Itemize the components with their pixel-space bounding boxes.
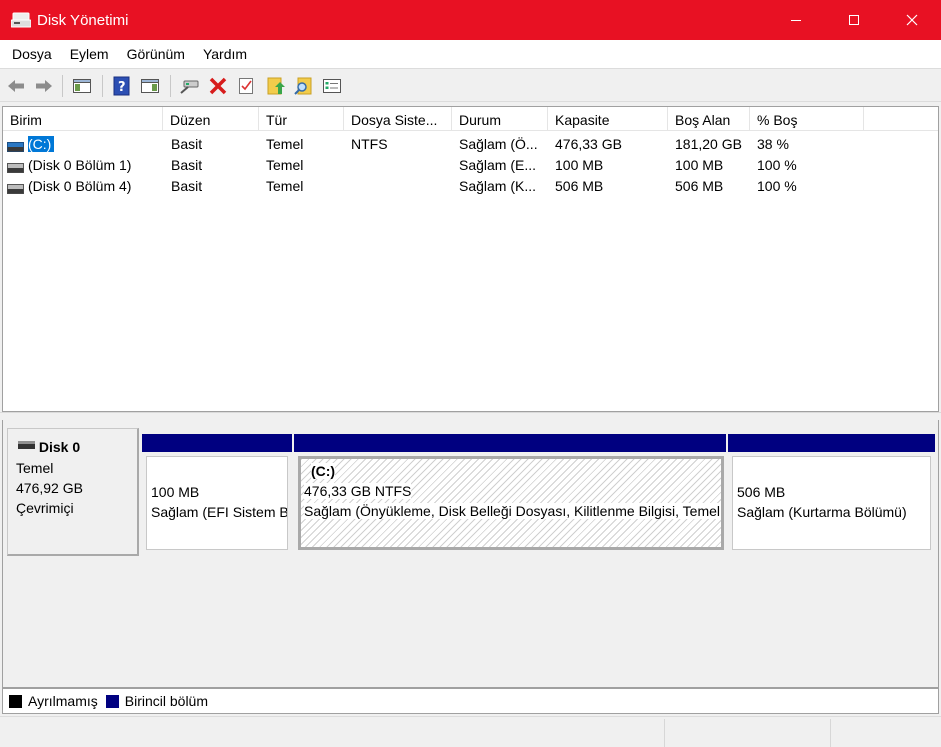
volume-status: Sağlam (E... bbox=[459, 157, 537, 173]
menu-bar: Dosya Eylem Görünüm Yardım bbox=[0, 40, 941, 68]
disk-graphical-view: Disk 0 Temel 476,92 GB Çevrimiçi 100 MB … bbox=[2, 420, 939, 688]
pane-splitter[interactable] bbox=[0, 412, 941, 420]
disk-management-icon bbox=[10, 12, 32, 28]
column-dosya-sistemi[interactable]: Dosya Siste... bbox=[344, 107, 452, 131]
primary-partition-swatch bbox=[105, 694, 119, 708]
disk-state: Çevrimiçi bbox=[16, 500, 74, 516]
partition-efi[interactable]: 100 MB Sağlam (EFI Sistem Bölümü) bbox=[142, 434, 292, 550]
drive-icon bbox=[7, 181, 24, 194]
drive-icon bbox=[7, 139, 24, 152]
menu-gorunum[interactable]: Görünüm bbox=[118, 40, 194, 68]
forward-icon[interactable] bbox=[34, 76, 54, 96]
volume-free: 506 MB bbox=[675, 178, 724, 194]
maximize-button[interactable] bbox=[825, 0, 883, 40]
minimize-icon bbox=[791, 20, 801, 21]
delete-icon[interactable] bbox=[208, 76, 228, 96]
partition-c[interactable]: (C:) 476,33 GB NTFS Sağlam (Önyükleme, D… bbox=[294, 434, 726, 550]
partition-type-bar bbox=[294, 434, 726, 452]
volume-layout: Basit bbox=[171, 178, 203, 194]
volume-free: 100 MB bbox=[675, 157, 724, 173]
unallocated-swatch bbox=[9, 694, 22, 708]
maximize-icon bbox=[849, 15, 859, 25]
column-birim[interactable]: Birim bbox=[3, 107, 163, 131]
disk-name: Disk 0 bbox=[38, 439, 81, 455]
volume-layout: Basit bbox=[171, 136, 203, 152]
console-tree-icon[interactable] bbox=[72, 76, 92, 96]
volume-capacity: 506 MB bbox=[555, 178, 604, 194]
volume-type: Temel bbox=[266, 178, 304, 194]
drive-icon bbox=[7, 160, 24, 173]
svg-text:?: ? bbox=[118, 80, 126, 95]
disk-icon bbox=[18, 441, 35, 449]
volume-capacity: 100 MB bbox=[555, 157, 604, 173]
help-icon[interactable]: ? bbox=[112, 76, 132, 96]
legend-label: Birincil bölüm bbox=[124, 693, 208, 709]
menu-dosya[interactable]: Dosya bbox=[3, 40, 61, 68]
show-pane-icon[interactable] bbox=[140, 76, 160, 96]
volume-pct-free: 38 % bbox=[757, 136, 789, 152]
legend-label: Ayrılmamış bbox=[28, 693, 98, 709]
partition-size: 506 MB bbox=[737, 484, 786, 500]
minimize-button[interactable] bbox=[767, 0, 825, 40]
column-durum[interactable]: Durum bbox=[452, 107, 548, 131]
table-row[interactable]: (Disk 0 Bölüm 4) Basit Temel Sağlam (K..… bbox=[3, 176, 938, 197]
search-icon[interactable] bbox=[294, 76, 314, 96]
menu-yardim[interactable]: Yardım bbox=[194, 40, 256, 68]
close-icon bbox=[906, 14, 918, 26]
back-icon[interactable] bbox=[6, 76, 26, 96]
volume-status: Sağlam (Ö... bbox=[459, 136, 538, 152]
column-yuzde-bos[interactable]: % Boş bbox=[750, 107, 864, 131]
properties-icon[interactable] bbox=[322, 76, 342, 96]
volume-pct-free: 100 % bbox=[757, 178, 797, 194]
column-tur[interactable]: Tür bbox=[259, 107, 344, 131]
column-kapasite[interactable]: Kapasite bbox=[548, 107, 668, 131]
connect-disk-icon[interactable] bbox=[180, 76, 200, 96]
partition-status: Sağlam (EFI Sistem Bölümü) bbox=[151, 504, 288, 520]
column-bos-alan[interactable]: Boş Alan bbox=[668, 107, 750, 131]
partition-status: Sağlam (Kurtarma Bölümü) bbox=[737, 504, 907, 520]
volume-capacity: 476,33 GB bbox=[555, 136, 622, 152]
window-title: Disk Yönetimi bbox=[37, 11, 129, 29]
legend: Ayrılmamış Birincil bölüm bbox=[2, 688, 939, 714]
title-bar: Disk Yönetimi bbox=[0, 0, 941, 40]
disk-type: Temel bbox=[16, 460, 54, 476]
volume-name: (Disk 0 Bölüm 1) bbox=[28, 157, 132, 173]
toolbar: ? bbox=[0, 68, 941, 102]
legend-item-unallocated: Ayrılmamış bbox=[9, 693, 98, 709]
column-duzen[interactable]: Düzen bbox=[163, 107, 259, 131]
partition-label: (C:) bbox=[311, 463, 336, 479]
close-button[interactable] bbox=[883, 0, 941, 40]
volume-layout: Basit bbox=[171, 157, 203, 173]
volume-type: Temel bbox=[266, 136, 304, 152]
disk-size: 476,92 GB bbox=[16, 480, 83, 496]
volume-free: 181,20 GB bbox=[675, 136, 742, 152]
menu-eylem[interactable]: Eylem bbox=[61, 40, 118, 68]
volume-list-header: Birim Düzen Tür Dosya Siste... Durum Kap… bbox=[3, 107, 938, 131]
volume-status: Sağlam (K... bbox=[459, 178, 537, 194]
check-icon[interactable] bbox=[236, 76, 256, 96]
partition-size: 476,33 GB NTFS bbox=[304, 483, 412, 499]
partition-size: 100 MB bbox=[151, 484, 200, 500]
volume-list[interactable]: Birim Düzen Tür Dosya Siste... Durum Kap… bbox=[2, 106, 939, 412]
volume-pct-free: 100 % bbox=[757, 157, 797, 173]
volume-name: (C:) bbox=[28, 136, 55, 152]
disk-0-label[interactable]: Disk 0 Temel 476,92 GB Çevrimiçi bbox=[7, 428, 139, 556]
partition-type-bar bbox=[728, 434, 935, 452]
open-icon[interactable] bbox=[266, 76, 286, 96]
volume-name: (Disk 0 Bölüm 4) bbox=[28, 178, 132, 194]
table-row[interactable]: (C:) Basit Temel NTFS Sağlam (Ö... 476,3… bbox=[3, 134, 938, 155]
partition-status: Sağlam (Önyükleme, Disk Belleği Dosyası,… bbox=[304, 503, 721, 519]
legend-item-primary: Birincil bölüm bbox=[105, 693, 208, 709]
status-bar bbox=[0, 716, 941, 747]
table-row[interactable]: (Disk 0 Bölüm 1) Basit Temel Sağlam (E..… bbox=[3, 155, 938, 176]
partition-recovery[interactable]: 506 MB Sağlam (Kurtarma Bölümü) bbox=[728, 434, 935, 550]
partition-type-bar bbox=[142, 434, 292, 452]
volume-type: Temel bbox=[266, 157, 304, 173]
volume-fs: NTFS bbox=[351, 136, 388, 152]
